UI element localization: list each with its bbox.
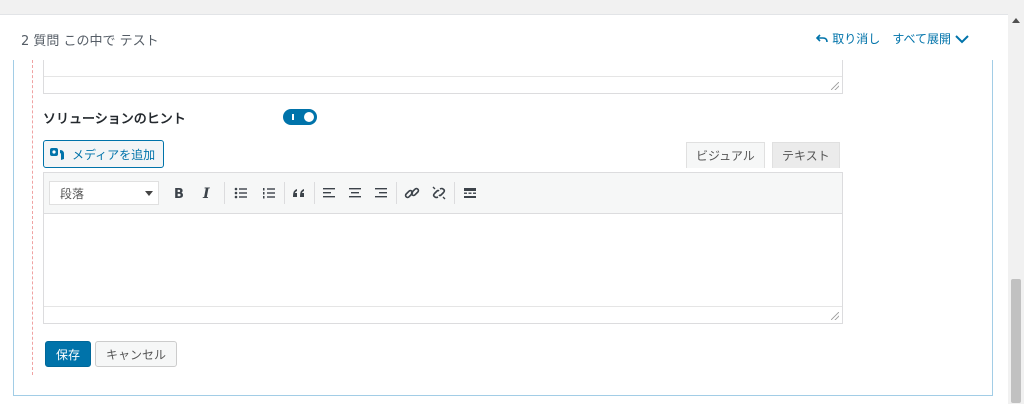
align-center-icon <box>349 188 361 198</box>
tab-visual[interactable]: ビジュアル <box>686 142 765 168</box>
italic-button[interactable]: I <box>197 182 219 204</box>
toolbar-separator <box>284 182 285 204</box>
previous-editor-statusbar <box>44 76 842 93</box>
toolbar-toggle-button[interactable] <box>459 182 481 204</box>
scroll-up-arrow-icon[interactable] <box>1012 18 1020 23</box>
hint-editor: 段落 B I <box>43 172 843 324</box>
unlink-button[interactable] <box>428 182 450 204</box>
blockquote-icon <box>293 189 304 197</box>
link-button[interactable] <box>401 182 423 204</box>
previous-editor[interactable] <box>43 60 843 94</box>
bold-icon: B <box>174 187 184 200</box>
unlink-icon <box>432 186 446 200</box>
blockquote-button[interactable] <box>288 182 310 204</box>
toolbar-separator <box>396 182 397 204</box>
editor-statusbar <box>44 306 842 323</box>
cancel-button[interactable]: キャンセル <box>95 341 178 367</box>
bullet-list-icon <box>234 187 247 199</box>
bullet-list-button[interactable] <box>230 182 252 204</box>
format-select-value: 段落 <box>60 186 85 201</box>
solution-hint-label: ソリューションのヒント <box>43 112 186 127</box>
tab-text[interactable]: テキスト <box>772 142 840 168</box>
chevron-down-icon <box>955 34 969 43</box>
undo-icon <box>816 33 829 42</box>
expand-all-label: すべて展開 <box>892 32 951 46</box>
undo-label: 取り消し <box>832 32 881 46</box>
editor-content-area[interactable] <box>44 214 842 306</box>
indent-guide <box>32 60 33 375</box>
resize-grip-icon[interactable] <box>831 312 839 320</box>
toggle-knob <box>304 112 314 122</box>
align-right-icon <box>375 188 387 198</box>
scroll-thumb[interactable] <box>1011 279 1021 403</box>
toggle-on-mark <box>292 114 294 120</box>
toolbar-separator <box>454 182 455 204</box>
align-left-icon <box>323 188 335 198</box>
toolbar-separator <box>224 182 225 204</box>
question-header-title: 2 質問 この中で テスト <box>21 34 159 49</box>
italic-icon: I <box>202 186 210 200</box>
add-media-label: メディアを追加 <box>72 147 156 162</box>
expand-all-button[interactable]: すべて展開 <box>892 30 969 47</box>
svg-text:B: B <box>174 187 184 200</box>
bold-button[interactable]: B <box>168 182 190 204</box>
toolbar-separator <box>314 182 315 204</box>
align-left-button[interactable] <box>318 182 340 204</box>
dropdown-caret-icon <box>145 191 153 196</box>
solution-hint-toggle[interactable] <box>283 109 317 125</box>
toolbar-toggle-icon <box>464 188 476 198</box>
format-select[interactable]: 段落 <box>49 181 159 205</box>
save-button[interactable]: 保存 <box>45 341 92 367</box>
editor-toolbar: 段落 B I <box>44 173 842 214</box>
header-actions: 取り消し すべて展開 <box>816 30 969 47</box>
numbered-list-icon <box>263 188 275 199</box>
align-center-button[interactable] <box>344 182 366 204</box>
page-scrollbar[interactable] <box>1008 14 1024 403</box>
numbered-list-button[interactable] <box>258 182 280 204</box>
resize-grip-icon[interactable] <box>831 82 839 90</box>
svg-text:I: I <box>202 186 210 200</box>
link-icon <box>404 187 420 199</box>
media-icon <box>50 148 64 160</box>
add-media-button[interactable]: メディアを追加 <box>43 140 165 168</box>
align-right-button[interactable] <box>370 182 392 204</box>
undo-button[interactable]: 取り消し <box>816 30 880 47</box>
